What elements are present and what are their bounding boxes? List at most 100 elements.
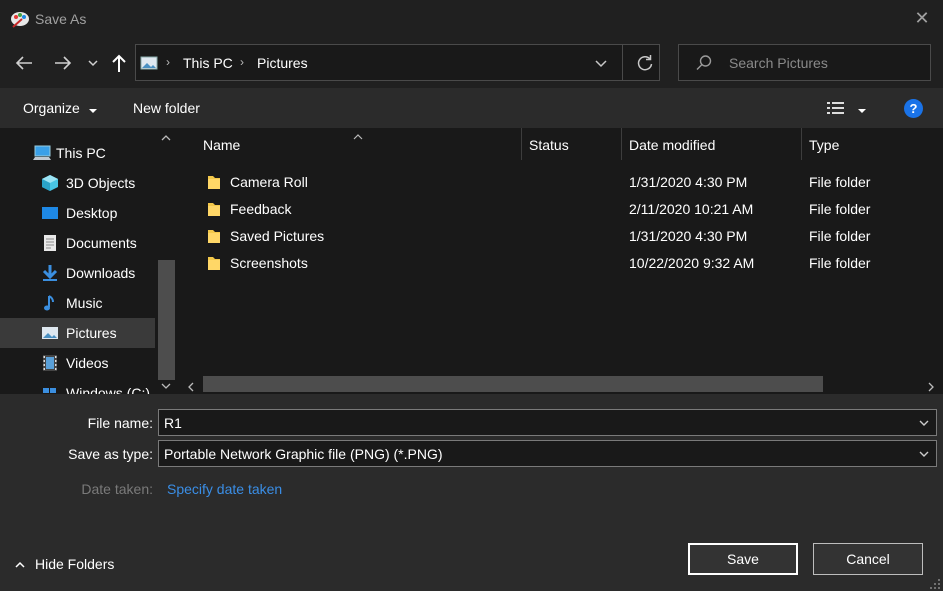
scroll-right-icon[interactable] [926,379,936,392]
pictures-icon [140,55,158,71]
paint-app-icon [10,9,30,29]
save-as-type-label: Save as type: [68,446,153,462]
file-type: File folder [809,174,871,190]
file-type: File folder [809,255,871,271]
window-title: Save As [35,11,87,27]
computer-icon [32,144,51,162]
sidebar-item-music[interactable]: Music [0,288,155,318]
organize-dropdown-icon[interactable] [88,103,98,113]
sidebar-item-label: Documents [66,235,137,251]
breadcrumb-pictures[interactable]: Pictures [257,55,308,71]
search-box[interactable]: Search Pictures [678,44,931,81]
resize-grip-icon[interactable] [929,577,941,589]
sidebar-item-label: 3D Objects [66,175,136,191]
column-header-type[interactable]: Type [809,137,839,153]
forward-arrow-icon[interactable] [51,51,75,75]
organize-button[interactable]: Organize [23,100,80,116]
file-list-hscrollbar-thumb[interactable] [203,376,823,392]
file-date: 1/31/2020 4:30 PM [629,228,748,244]
sidebar-item-videos[interactable]: Videos [0,348,155,378]
save-button[interactable]: Save [688,543,798,575]
chevron-down-icon[interactable] [918,416,930,428]
breadcrumb-this-pc[interactable]: This PC [183,55,233,71]
file-date: 1/31/2020 4:30 PM [629,174,748,190]
file-date: 2/11/2020 10:21 AM [629,201,754,217]
scroll-left-icon[interactable] [186,379,196,392]
address-divider [622,45,623,80]
cube-icon [41,174,59,192]
file-name: Feedback [230,201,292,217]
column-header-name[interactable]: Name [203,137,240,153]
file-row[interactable]: Screenshots 10/22/2020 9:32 AM File fold… [195,251,935,278]
chevron-down-icon[interactable] [918,447,930,459]
document-icon [41,234,59,252]
file-name-value: R1 [164,415,182,431]
refresh-icon[interactable] [635,53,655,73]
hide-folders-button[interactable]: Hide Folders [35,556,114,572]
sidebar-item-3d-objects[interactable]: 3D Objects [0,168,155,198]
video-icon [41,354,59,372]
sidebar-item-label: Downloads [66,265,136,281]
file-row[interactable]: Camera Roll 1/31/2020 4:30 PM File folde… [195,170,935,197]
specify-date-taken-link[interactable]: Specify date taken [167,481,282,497]
close-icon[interactable]: ✕ [911,7,933,29]
date-taken-label: Date taken: [81,481,153,497]
file-name: Saved Pictures [230,228,325,244]
scroll-up-icon[interactable] [161,130,171,141]
sidebar-item-desktop[interactable]: Desktop [0,198,155,228]
address-dropdown-chevron-icon[interactable] [594,57,608,71]
view-options-icon[interactable] [826,99,846,117]
search-icon [695,54,713,72]
title-bar [0,0,943,38]
file-type: File folder [809,201,871,217]
music-icon [41,294,59,312]
up-arrow-icon[interactable] [107,51,131,75]
sidebar-item-pictures[interactable]: Pictures [0,318,155,348]
column-divider[interactable] [521,128,522,160]
save-as-type-select[interactable]: Portable Network Graphic file (PNG) (*.P… [158,440,937,467]
sidebar-item-downloads[interactable]: Downloads [0,258,155,288]
pictures-icon [41,324,59,342]
save-as-type-value: Portable Network Graphic file (PNG) (*.P… [164,446,443,462]
file-name-field[interactable]: R1 [158,409,937,436]
navigation-pane: This PC 3D Objects Desktop Documents Dow… [0,128,178,394]
sidebar-item-label: This PC [56,145,106,161]
sidebar-item-label: Videos [66,355,109,371]
sidebar-item-this-pc[interactable]: This PC [0,138,155,168]
sidebar-scrollbar-thumb[interactable] [158,260,175,380]
drive-icon [41,384,59,394]
download-icon [41,264,59,282]
new-folder-button[interactable]: New folder [133,100,200,116]
file-row[interactable]: Feedback 2/11/2020 10:21 AM File folder [195,197,935,224]
recent-locations-chevron-icon[interactable] [84,51,102,75]
file-type: File folder [809,228,871,244]
folder-icon [207,201,221,218]
chevron-right-icon: › [166,55,170,69]
address-bar[interactable]: › This PC › Pictures [135,44,660,81]
column-divider[interactable] [801,128,802,160]
sort-ascending-icon [353,128,363,140]
cancel-button[interactable]: Cancel [813,543,923,575]
back-arrow-icon[interactable] [12,51,36,75]
file-name: Screenshots [230,255,308,271]
sidebar-item-label: Music [66,295,103,311]
file-name-label: File name: [87,415,153,431]
desktop-icon [41,204,59,222]
sidebar-item-label: Windows (C:) [66,385,151,394]
folder-icon [207,174,221,191]
sidebar-item-documents[interactable]: Documents [0,228,155,258]
search-placeholder: Search Pictures [729,55,828,71]
column-header-date-modified[interactable]: Date modified [629,137,715,153]
column-header-status[interactable]: Status [529,137,569,153]
sidebar-item-label: Desktop [66,205,118,221]
file-date: 10/22/2020 9:32 AM [629,255,755,271]
view-dropdown-icon[interactable] [857,103,867,113]
sidebar-item-label: Pictures [66,325,117,341]
column-divider[interactable] [621,128,622,160]
file-name: Camera Roll [230,174,308,190]
chevron-up-icon[interactable] [14,558,26,570]
sidebar-item-windows-c[interactable]: Windows (C:) [0,378,155,394]
file-row[interactable]: Saved Pictures 1/31/2020 4:30 PM File fo… [195,224,935,251]
help-icon[interactable]: ? [904,99,923,118]
chevron-right-icon: › [240,55,244,69]
